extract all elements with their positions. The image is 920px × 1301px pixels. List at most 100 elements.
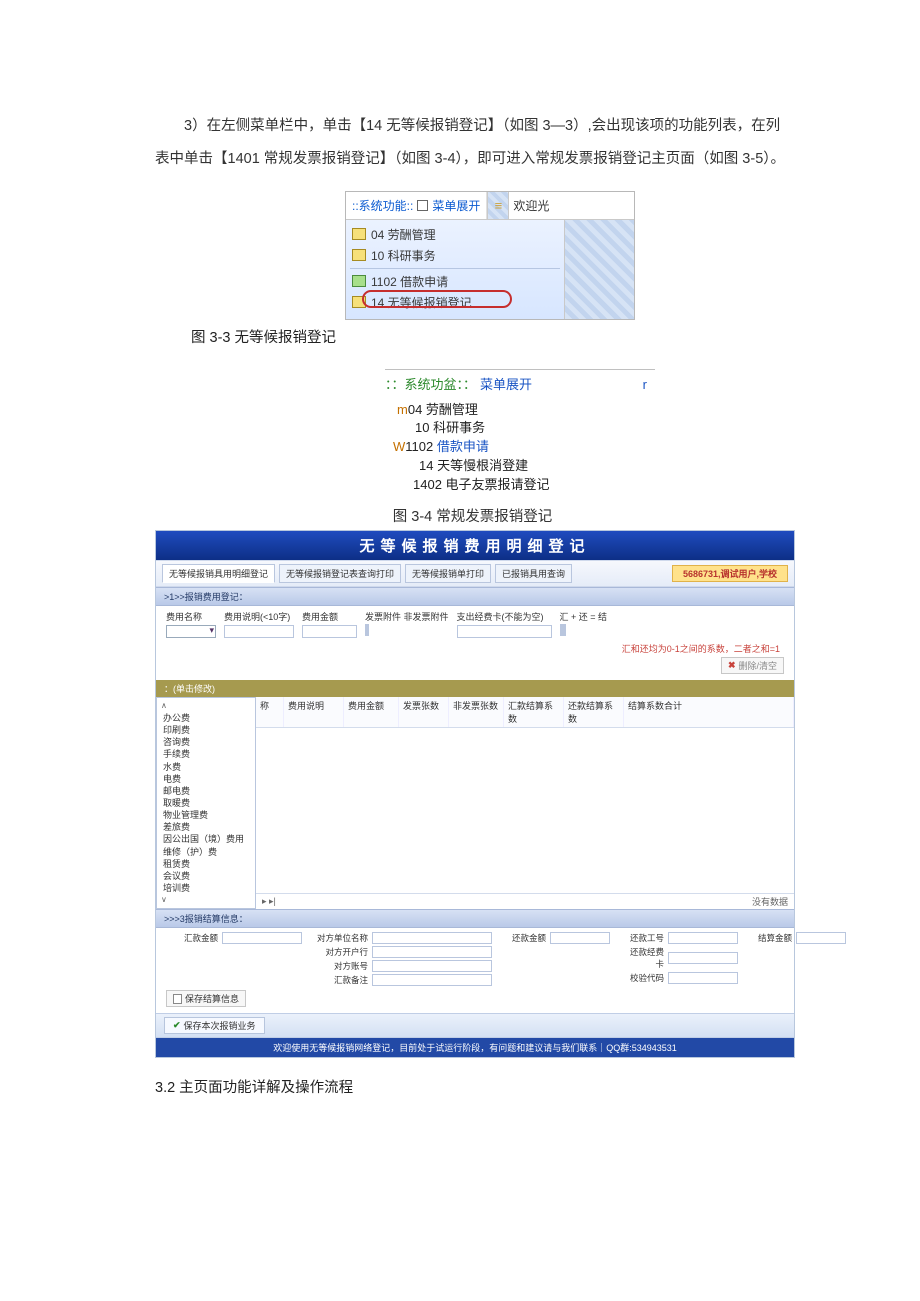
menu-item-labor[interactable]: 04 劳酬管理 [350,224,560,245]
fee-desc-input[interactable] [224,625,294,638]
page-icon [352,275,366,287]
col-repay-factor: 还款结算系数 [564,697,624,727]
payee-unit-input[interactable] [372,932,492,944]
r-indicator: r [643,376,655,395]
fig34-header-row: ：：系统功盆：： 菜单展开 r [385,376,655,395]
tab-detail-register[interactable]: 无等候报销具用明细登记 [162,564,275,583]
payee-acct-input[interactable] [372,960,492,972]
fig34-item-1402[interactable]: 1402 电子友票报请登记 [385,476,655,495]
welcome-text: 欢迎光 [509,192,553,219]
sidebar-texture [564,220,634,319]
tab-query-print[interactable]: 无等候报销登记表查询打印 [279,564,401,583]
list-item[interactable]: 租赁费 [159,858,253,870]
settle-factor-input[interactable] [564,624,566,636]
col-noninvoice: 非发票张数 [449,697,504,727]
check-icon: ✔ [173,1020,181,1031]
list-item[interactable]: 手续费 [159,748,253,760]
fig34-item-14[interactable]: 14 天等慢根消登建 [385,457,655,476]
list-item[interactable]: 印刷费 [159,724,253,736]
aux-placeholder [166,659,175,672]
expand-label[interactable]: 菜单展开 [480,376,532,395]
fee-name-dropdown[interactable] [166,625,216,638]
list-item[interactable]: 维修（护）费 [159,846,253,858]
item-label: 14 天等慢根消登建 [419,458,528,473]
remit-amount-input[interactable] [222,932,302,944]
fee-name-dropdown-list[interactable]: ∧ 办公费 印刷费 咨询费 手续费 水费 电费 邮电费 取暖费 物业管理费 差旅… [156,697,256,910]
menu-item-label: 14 无等候报销登记 [371,294,472,311]
fig34-item-labor[interactable]: m04 劳酬管理 [385,401,655,420]
caption-3-3: 图 3-3 无等候报销登记 [191,326,790,347]
repay-emp-input[interactable] [668,932,738,944]
menu-item-no-wait-reimburse[interactable]: 14 无等候报销登记 [350,292,560,313]
remit-note-input[interactable] [372,974,492,986]
delete-clear-button[interactable]: ✖ 删除/清空 [721,657,784,674]
caption-3-4: 图 3-4 常规发票报销登记 [155,505,790,526]
collapse-handle-icon[interactable]: ≡ [487,192,509,219]
table-body [256,728,794,894]
label-payee-acct: 对方账号 [316,960,368,972]
folder-icon [352,228,366,240]
payee-bank-input[interactable] [372,946,492,958]
tab-reimbursed-query[interactable]: 已报销具用查询 [495,564,572,583]
list-item[interactable]: 会议费 [159,870,253,882]
save-settlement-button[interactable]: 保存结算信息 [166,990,246,1007]
prefix-icon: W [393,439,405,454]
menu-item-label: 04 劳酬管理 [371,226,436,243]
table-footer: ▸ ▸| 没有数据 [256,893,794,909]
figure-3-3: ::系统功能:: 菜单展开 ≡ 欢迎光 04 劳酬管理 10 科研事务 1102… [345,191,635,320]
folder-icon [352,296,366,308]
pager-controls[interactable]: ▸ ▸| [262,896,276,907]
repay-amount-input[interactable] [550,932,610,944]
fund-card-input[interactable] [457,625,552,638]
list-item[interactable]: 咨询费 [159,736,253,748]
fee-amount-input[interactable] [302,625,357,638]
list-item[interactable]: 邮电费 [159,785,253,797]
menu-item-label: 10 科研事务 [371,247,436,264]
table-area: ∧ 办公费 印刷费 咨询费 手续费 水费 电费 邮电费 取暖费 物业管理费 差旅… [156,697,794,910]
item-link: 借款申请 [433,439,489,454]
list-item[interactable]: 差旅费 [159,821,253,833]
save-all-button[interactable]: ✔ 保存本次报销业务 [164,1017,265,1034]
tab-form-print[interactable]: 无等候报销单打印 [405,564,491,583]
user-info-box: 5686731,调试用户,学校 [672,565,788,582]
repay-card-input[interactable] [668,952,738,964]
menu-item-research[interactable]: 10 科研事务 [350,245,560,266]
label-fee-name: 费用名称 [166,610,216,623]
document-icon [173,994,182,1004]
label-settle-amount: 结算金额 [752,932,792,944]
table-header: 称 费用说明 费用金额 发票张数 非发票张数 汇款结算系数 还款结算系数 结算系… [256,697,794,728]
section-2-header: ：(单击修改) [156,680,794,697]
settle-amount-input[interactable] [796,932,846,944]
list-item[interactable]: 取暖费 [159,797,253,809]
list-item[interactable]: 电费 [159,773,253,785]
label-repay-card: 还款经费卡 [624,946,664,970]
scroll-down-icon[interactable]: ∨ [159,894,253,906]
col-seq: 称 [256,697,284,727]
scroll-up-icon[interactable]: ∧ [159,700,253,712]
section-3-header: >>>3报销结算信息： [156,909,794,928]
tab-bar: 无等候报销具用明细登记 无等候报销登记表查询打印 无等候报销单打印 已报销具用查… [156,560,794,587]
sys-function-block: ::系统功能:: 菜单展开 [346,192,487,219]
label-remit-note: 汇款备注 [316,974,368,986]
menu-item-loan[interactable]: 1102 借款申请 [350,271,560,292]
expand-label[interactable]: 菜单展开 [432,197,480,214]
sys-function-label: ::系统功能:: [352,197,413,214]
list-item[interactable]: 培训费 [159,882,253,894]
fig34-item-loan[interactable]: W1102 借款申请 [385,438,655,457]
item-number: 1102 [405,439,433,454]
label-fund-card: 支出经费卡(不能为空) [457,610,552,623]
label-attachments: 发票附件 非发票附件 [365,610,449,623]
fig34-item-research[interactable]: 10 科研事务 [385,419,655,438]
sys-function-label: ：：系统功盆：： [385,376,476,395]
list-item[interactable]: 因公出国（境）费用 [159,833,253,845]
label-remit-amount: 汇款金额 [166,932,218,944]
folder-icon [352,249,366,261]
label-verify-code: 校验代码 [624,972,664,984]
list-item[interactable]: 物业管理费 [159,809,253,821]
list-item[interactable]: 办公费 [159,712,253,724]
menu-item-label: 1102 借款申请 [371,273,448,290]
noninvoice-count-input[interactable] [367,624,369,636]
expand-checkbox[interactable] [417,200,428,211]
verify-code-input[interactable] [668,972,738,984]
list-item[interactable]: 水费 [159,761,253,773]
